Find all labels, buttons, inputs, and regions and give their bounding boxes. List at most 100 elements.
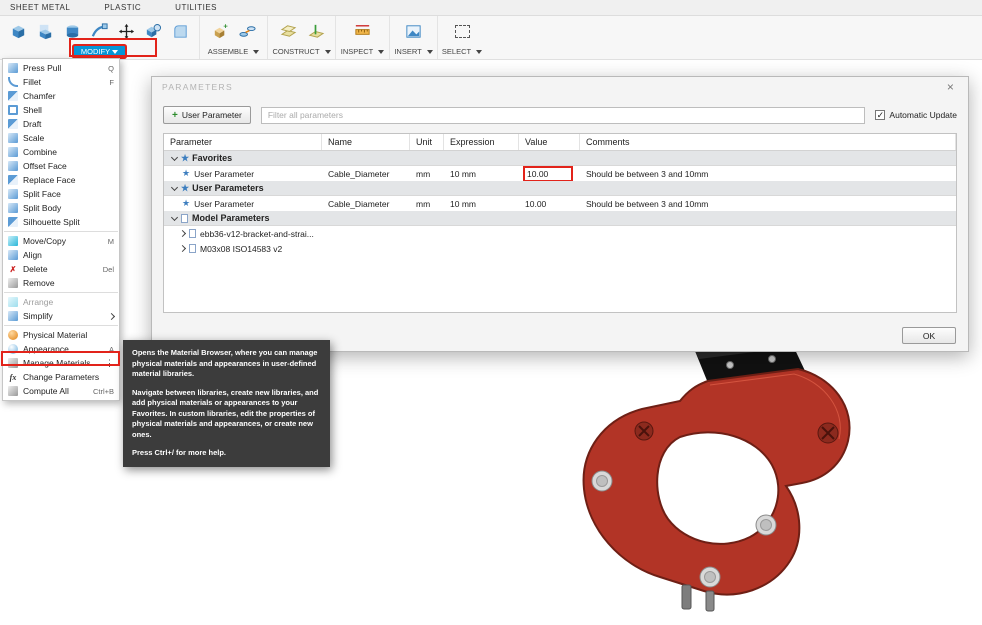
menu-item-move-copy[interactable]: Move/CopyM [3, 234, 119, 248]
tab-utilities[interactable]: UTILITIES [175, 3, 217, 12]
ok-button[interactable]: OK [902, 327, 956, 344]
column-parameter: Parameter [164, 134, 322, 150]
joint-icon[interactable] [235, 20, 259, 44]
menu-item-change-parameters[interactable]: Change Parameters [3, 370, 119, 384]
tab-sheet-metal[interactable]: SHEET METAL [10, 3, 70, 12]
parameter-name[interactable]: Cable_Diameter [322, 196, 410, 211]
sweep-icon[interactable] [88, 20, 112, 44]
menu-item-simplify[interactable]: Simplify [3, 309, 119, 323]
menu-item-label: Change Parameters [23, 372, 114, 382]
new-component-icon[interactable]: + [208, 20, 232, 44]
physical-material-icon [8, 330, 18, 340]
parameter-comments[interactable]: Should be between 3 and 10mm [580, 196, 956, 211]
menu-item-label: Chamfer [23, 91, 114, 101]
menu-item-remove[interactable]: Remove [3, 276, 119, 290]
new-design-icon[interactable] [7, 20, 31, 44]
scale-icon [8, 133, 18, 143]
favorite-star-icon[interactable] [182, 198, 190, 209]
revolve-icon[interactable] [61, 20, 85, 44]
menu-item-appearance[interactable]: AppearanceA [3, 342, 119, 356]
menu-item-label: Move/Copy [23, 236, 103, 246]
shell-icon [8, 105, 18, 115]
column-unit: Unit [410, 134, 444, 150]
replace-face-icon [8, 175, 18, 185]
modify-dropdown-chip[interactable]: MODIFY [74, 46, 125, 57]
close-icon[interactable] [944, 80, 958, 94]
arrange-icon [8, 297, 18, 307]
group-row-favorites[interactable]: Favorites [164, 151, 956, 166]
menu-item-draft[interactable]: Draft [3, 117, 119, 131]
menu-item-split-face[interactable]: Split Face [3, 187, 119, 201]
menu-item-physical-material[interactable]: Physical Material [3, 328, 119, 342]
parameter-name[interactable]: Cable_Diameter [322, 166, 410, 181]
menu-item-label: Draft [23, 119, 114, 129]
fillet-icon[interactable] [169, 20, 193, 44]
construct-dropdown[interactable]: CONSTRUCT [272, 45, 330, 58]
menu-item-replace-face[interactable]: Replace Face [3, 173, 119, 187]
toolbar-group-assemble: + ASSEMBLE [200, 16, 268, 59]
parameter-value-highlighted[interactable]: 10.00 [525, 168, 571, 180]
filter-parameters-input[interactable] [261, 107, 866, 124]
simplify-icon [8, 311, 18, 321]
menu-item-delete[interactable]: DeleteDel [3, 262, 119, 276]
insert-dropdown[interactable]: INSERT [394, 45, 432, 58]
inspect-dropdown-label: INSPECT [341, 47, 374, 56]
menu-item-silhouette-split[interactable]: Silhouette Split [3, 215, 119, 229]
menu-item-shortcut: Del [103, 265, 114, 274]
chevron-right-icon[interactable] [179, 245, 186, 252]
measure-icon[interactable] [351, 20, 375, 44]
toolbar-group-insert: INSERT [390, 16, 438, 59]
assemble-dropdown[interactable]: ASSEMBLE [208, 45, 259, 58]
extrude-icon[interactable] [34, 20, 58, 44]
menu-item-offset-face[interactable]: Offset Face [3, 159, 119, 173]
menu-item-combine[interactable]: Combine [3, 145, 119, 159]
table-row-favorite-parameter[interactable]: User Parameter Cable_Diameter mm 10 mm 1… [164, 166, 956, 181]
menu-item-chamfer[interactable]: Chamfer [3, 89, 119, 103]
menu-item-manage-materials[interactable]: Manage Materials [3, 356, 119, 370]
menu-divider [4, 231, 118, 232]
menu-item-label: Shell [23, 105, 114, 115]
model-canvas[interactable] [540, 333, 910, 625]
group-row-model-parameters[interactable]: Model Parameters [164, 211, 956, 226]
inspect-dropdown[interactable]: INSPECT [341, 45, 385, 58]
construct-tool-icons [276, 18, 327, 45]
combine-icon[interactable] [142, 20, 166, 44]
axis-icon[interactable] [303, 20, 327, 44]
parameter-comments[interactable]: Should be between 3 and 10mm [580, 166, 956, 181]
modify-dropdown[interactable]: MODIFY [74, 45, 125, 58]
checkbox-checked-icon[interactable] [875, 110, 885, 120]
menu-item-scale[interactable]: Scale [3, 131, 119, 145]
parameter-value[interactable]: 10.00 [519, 196, 580, 211]
select-icon[interactable] [450, 20, 474, 44]
remove-icon [8, 278, 18, 288]
dialog-titlebar[interactable]: PARAMETERS [152, 77, 968, 97]
chevron-right-icon[interactable] [179, 230, 186, 237]
menu-item-split-body[interactable]: Split Body [3, 201, 119, 215]
offset-plane-icon[interactable] [276, 20, 300, 44]
parameter-expression[interactable]: 10 mm [444, 196, 519, 211]
select-dropdown[interactable]: SELECT [442, 45, 482, 58]
group-row-user-parameters[interactable]: User Parameters [164, 181, 956, 196]
automatic-update-toggle[interactable]: Automatic Update [875, 110, 957, 120]
chevron-down-icon[interactable] [171, 153, 178, 160]
table-row-model-component-1[interactable]: ebb36-v12-bracket-and-strai... [164, 226, 956, 241]
table-row-user-parameter[interactable]: User Parameter Cable_Diameter mm 10 mm 1… [164, 196, 956, 211]
chevron-down-icon[interactable] [171, 213, 178, 220]
parameter-expression[interactable]: 10 mm [444, 166, 519, 181]
menu-item-press-pull[interactable]: Press PullQ [3, 61, 119, 75]
parameters-table: Parameter Name Unit Expression Value Com… [163, 133, 957, 313]
menu-item-compute-all[interactable]: Compute AllCtrl+B [3, 384, 119, 398]
move-icon[interactable] [115, 20, 139, 44]
favorite-star-icon[interactable] [182, 168, 190, 179]
cross-boss [635, 422, 653, 440]
table-row-model-component-2[interactable]: M03x08 ISO14583 v2 [164, 241, 956, 256]
model-component-label: M03x08 ISO14583 v2 [200, 244, 282, 254]
menu-item-fillet[interactable]: FilletF [3, 75, 119, 89]
add-user-parameter-button[interactable]: User Parameter [163, 106, 251, 124]
menu-item-shell[interactable]: Shell [3, 103, 119, 117]
modify-dropdown-label: MODIFY [81, 47, 110, 56]
insert-icon[interactable] [402, 20, 426, 44]
tab-plastic[interactable]: PLASTIC [104, 3, 141, 12]
menu-item-align[interactable]: Align [3, 248, 119, 262]
chevron-down-icon[interactable] [171, 183, 178, 190]
